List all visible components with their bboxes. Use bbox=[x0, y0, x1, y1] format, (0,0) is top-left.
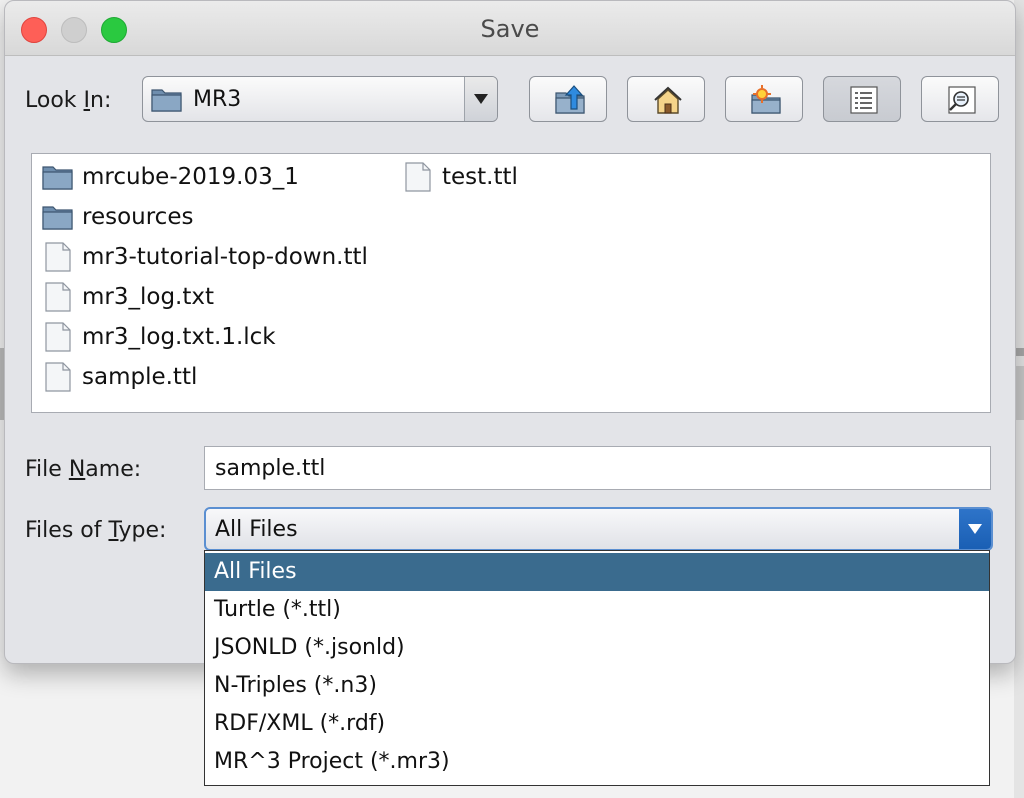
file-icon bbox=[45, 282, 71, 312]
dropdown-option-rdf-xml[interactable]: RDF/XML (*.rdf) bbox=[205, 705, 989, 743]
folder-icon bbox=[151, 89, 182, 112]
files-of-type-label: Files of Type: bbox=[25, 518, 167, 543]
files-of-type-value: All Files bbox=[215, 517, 298, 542]
dropdown-option-mr3-project[interactable]: MR^3 Project (*.mr3) bbox=[205, 743, 989, 781]
files-of-type-combo[interactable]: All Files bbox=[204, 507, 993, 551]
files-of-type-dropdown: All Files Turtle (*.ttl) JSONLD (*.jsonl… bbox=[204, 550, 990, 786]
dropdown-option-turtle[interactable]: Turtle (*.ttl) bbox=[205, 591, 989, 629]
home-button[interactable] bbox=[627, 76, 705, 122]
list-view-button[interactable] bbox=[823, 76, 901, 122]
details-view-icon bbox=[948, 86, 976, 114]
up-one-level-button[interactable] bbox=[529, 76, 607, 122]
chevron-down-icon[interactable] bbox=[464, 77, 497, 121]
new-folder-button[interactable] bbox=[725, 76, 803, 122]
file-icon bbox=[45, 242, 71, 272]
file-list[interactable]: mrcube-2019.03_1 resources mr3-tutorial-… bbox=[31, 153, 991, 413]
file-icon bbox=[45, 362, 71, 392]
look-in-combo[interactable]: MR3 bbox=[142, 76, 498, 122]
file-icon bbox=[45, 322, 71, 352]
folder-icon bbox=[42, 166, 73, 190]
window-title: Save bbox=[480, 15, 540, 43]
file-name-input[interactable] bbox=[204, 446, 991, 490]
dropdown-option-jsonld[interactable]: JSONLD (*.jsonld) bbox=[205, 629, 989, 667]
dropdown-option-n-triples[interactable]: N-Triples (*.n3) bbox=[205, 667, 989, 705]
home-icon bbox=[654, 86, 682, 114]
list-view-icon bbox=[850, 86, 878, 114]
new-folder-icon bbox=[751, 85, 781, 114]
title-bar: Save bbox=[5, 1, 1015, 56]
file-icon bbox=[405, 162, 431, 192]
look-in-label: Look In: bbox=[25, 88, 112, 113]
folder-up-icon bbox=[555, 85, 585, 114]
chevron-down-icon[interactable] bbox=[959, 509, 991, 549]
look-in-value: MR3 bbox=[193, 87, 242, 112]
folder-icon bbox=[42, 206, 73, 230]
file-name-label: File Name: bbox=[25, 457, 142, 482]
dropdown-option-all-files[interactable]: All Files bbox=[205, 553, 989, 591]
details-view-button[interactable] bbox=[921, 76, 999, 122]
